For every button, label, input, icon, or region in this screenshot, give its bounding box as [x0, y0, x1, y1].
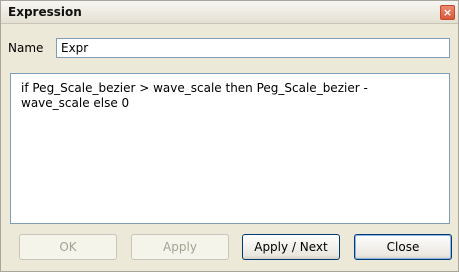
ok-button[interactable]: OK	[19, 234, 117, 260]
name-input[interactable]	[56, 38, 450, 58]
apply-button[interactable]: Apply	[131, 234, 229, 260]
expression-dialog: Expression × Name if Peg_Scale_bezier > …	[0, 0, 459, 272]
title-bar[interactable]: Expression ×	[1, 1, 458, 24]
close-button[interactable]: Close	[354, 234, 452, 260]
apply-next-button[interactable]: Apply / Next	[242, 234, 340, 260]
name-label: Name	[8, 41, 44, 55]
close-icon[interactable]: ×	[440, 5, 455, 20]
expression-editor[interactable]: if Peg_Scale_bezier > wave_scale then Pe…	[10, 73, 450, 224]
dialog-title: Expression	[8, 5, 82, 19]
